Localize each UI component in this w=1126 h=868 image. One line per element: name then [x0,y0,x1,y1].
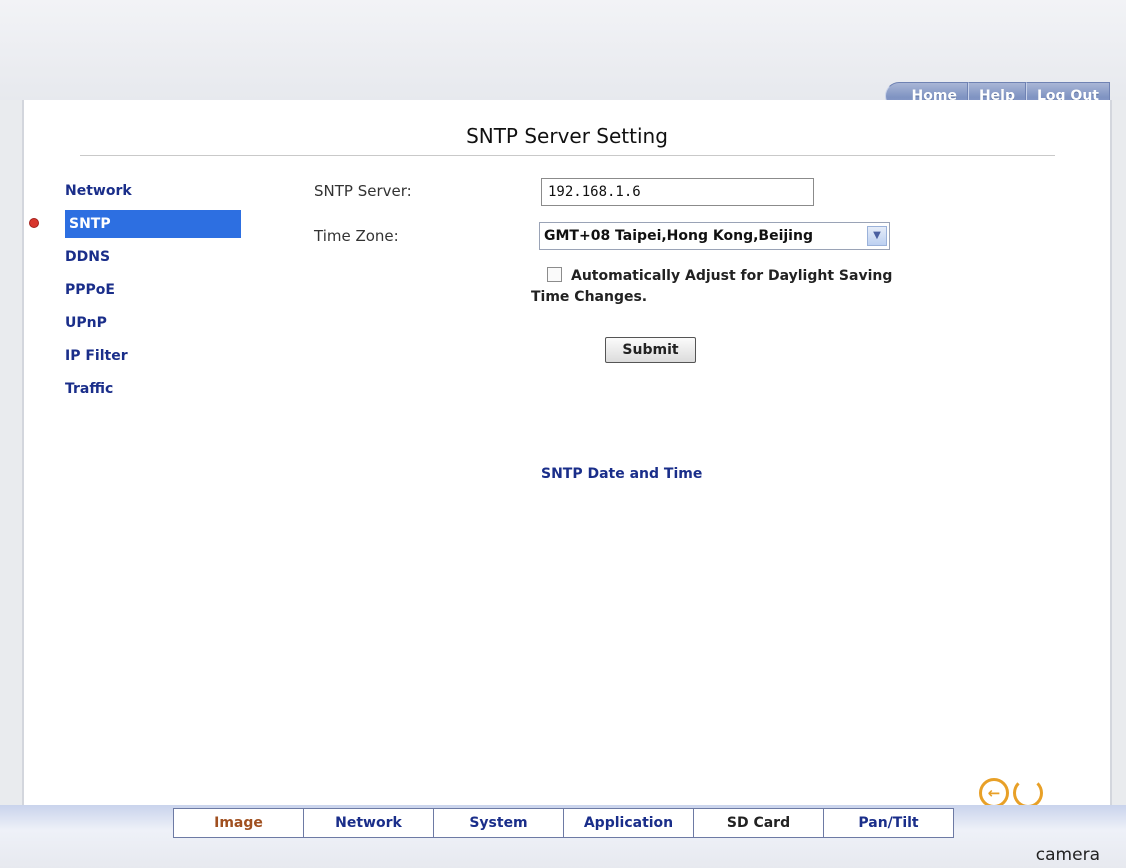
footer-brand: camera [1035,845,1100,865]
sidebar-item-ip-filter[interactable]: IP Filter [64,345,254,378]
daylight-label: Automatically Adjust for Daylight Saving [571,268,893,284]
sidebar-item-pppoe[interactable]: PPPoE [64,279,254,312]
sntp-server-label: SNTP Server: [314,182,412,200]
sntp-server-input[interactable]: 192.168.1.6 [541,178,814,206]
page: Home Help Log Out SNTP Server Setting Ne… [0,0,1126,868]
sntp-date-time-link[interactable]: SNTP Date and Time [541,466,702,482]
sidebar-item-network[interactable]: Network [64,180,254,213]
daylight-label-cont: Time Changes. [531,289,648,305]
bottom-tabs: Image Network System Application SD Card… [173,808,954,838]
sidebar-item-upnp[interactable]: UPnP [64,312,254,345]
sidebar-item-label: UPnP [65,315,107,331]
sidebar-item-label: Traffic [65,381,114,397]
tab-image[interactable]: Image [173,808,304,838]
sidebar-item-ddns[interactable]: DDNS [64,246,254,279]
nav-icons: ← [979,778,1043,808]
tab-system[interactable]: System [434,808,564,838]
sidebar-item-label: DDNS [65,249,111,265]
time-zone-value: GMT+08 Taipei,Hong Kong,Beijing [544,228,813,244]
submit-button[interactable]: Submit [605,337,696,363]
time-zone-label: Time Zone: [314,227,399,245]
sidebar: Network SNTP DDNS PPPoE UPnP IP Filter T… [30,180,254,411]
refresh-icon[interactable] [1013,778,1043,808]
sidebar-item-label: Network [65,183,132,199]
page-title: SNTP Server Setting [466,124,668,148]
chevron-down-icon[interactable]: ▼ [867,226,887,246]
arrow-left-icon[interactable]: ← [979,778,1009,808]
tab-network[interactable]: Network [304,808,434,838]
sidebar-item-sntp[interactable]: SNTP [30,210,254,246]
sidebar-item-label: SNTP [65,210,241,238]
time-zone-select[interactable]: GMT+08 Taipei,Hong Kong,Beijing ▼ [539,222,890,250]
top-bar: Home Help Log Out [0,0,1126,110]
sidebar-item-label: PPPoE [65,282,115,298]
title-divider [80,155,1055,156]
daylight-row: Automatically Adjust for Daylight Saving [547,265,967,287]
sidebar-item-label: IP Filter [65,348,128,364]
daylight-checkbox[interactable] [547,267,562,282]
tab-pan-tilt[interactable]: Pan/Tilt [824,808,954,838]
active-indicator-icon [30,219,38,227]
sidebar-item-traffic[interactable]: Traffic [64,378,254,411]
tab-sd-card[interactable]: SD Card [694,808,824,838]
tab-application[interactable]: Application [564,808,694,838]
content-panel: SNTP Server Setting Network SNTP DDNS PP… [22,100,1112,808]
